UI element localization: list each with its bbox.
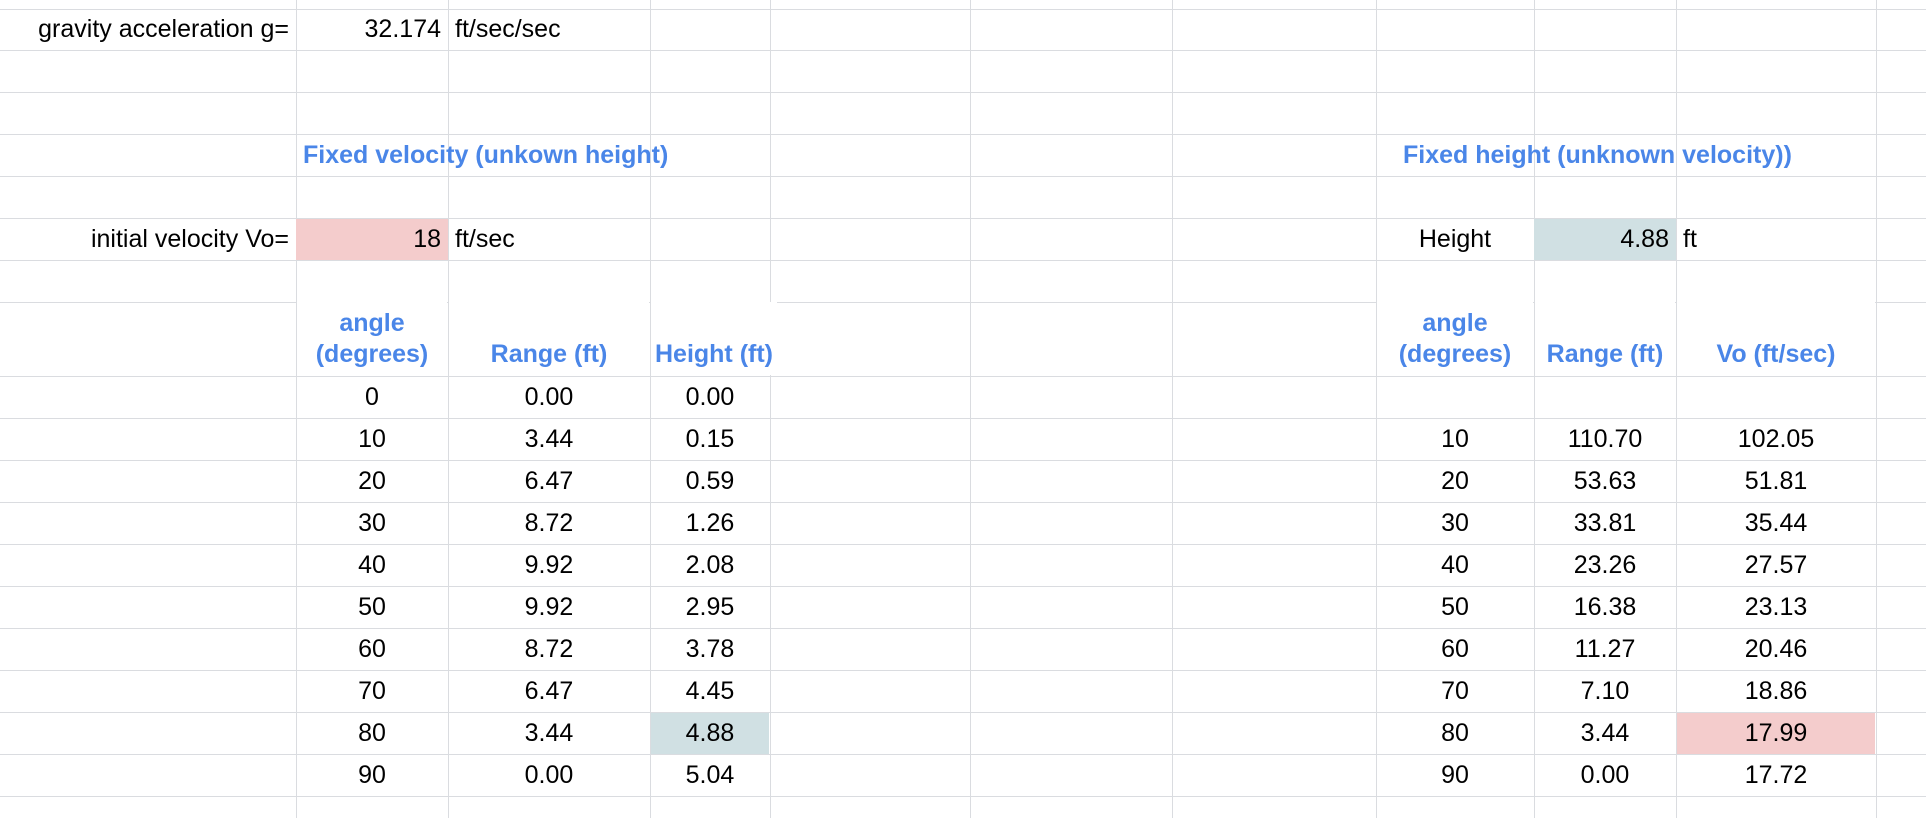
left-range-cell[interactable]: 0.00 [449,377,649,418]
row-gridline [0,50,1926,51]
initial-velocity-unit[interactable]: ft/sec [448,219,650,260]
right-vo-cell[interactable]: 51.81 [1677,461,1875,502]
right-header-range[interactable]: Range (ft) [1535,302,1675,375]
left-range-cell[interactable]: 6.47 [449,461,649,502]
left-header-angle[interactable]: angle (degrees) [297,302,447,375]
right-angle-cell[interactable]: 90 [1377,755,1533,796]
right-vo-cell[interactable] [1677,377,1875,418]
right-angle-cell[interactable]: 50 [1377,587,1533,628]
left-angle-cell[interactable]: 40 [297,545,447,586]
right-angle-cell[interactable]: 70 [1377,671,1533,712]
left-header-height-label: Height (ft) [654,340,774,368]
right-range-cell[interactable]: 110.70 [1535,419,1675,460]
left-angle-cell[interactable]: 0 [297,377,447,418]
right-angle-cell[interactable]: 20 [1377,461,1533,502]
column-gridline [770,0,771,818]
right-vo-cell[interactable]: 17.72 [1677,755,1875,796]
left-range-cell[interactable]: 3.44 [449,419,649,460]
right-range-cell[interactable]: 53.63 [1535,461,1675,502]
left-header-range-label: Range (ft) [490,340,608,368]
left-range-cell[interactable]: 9.92 [449,545,649,586]
right-header-angle[interactable]: angle (degrees) [1377,302,1533,375]
right-header-vo[interactable]: Vo (ft/sec) [1677,302,1875,375]
right-range-cell[interactable]: 33.81 [1535,503,1675,544]
left-range-cell[interactable]: 8.72 [449,629,649,670]
row-gridline [0,796,1926,797]
column-gridline [1876,0,1877,818]
right-angle-cell[interactable]: 40 [1377,545,1533,586]
right-vo-cell[interactable]: 102.05 [1677,419,1875,460]
column-gridline [1172,0,1173,818]
left-angle-cell[interactable]: 50 [297,587,447,628]
height-input[interactable]: 4.88 [1534,219,1676,260]
right-header-range-label: Range (ft) [1546,340,1664,368]
left-angle-cell[interactable]: 20 [297,461,447,502]
right-range-cell[interactable]: 0.00 [1535,755,1675,796]
right-vo-cell[interactable]: 23.13 [1677,587,1875,628]
left-height-cell[interactable]: 0.15 [651,419,769,460]
left-height-cell[interactable]: 0.00 [651,377,769,418]
left-height-cell[interactable]: 4.45 [651,671,769,712]
fixed-velocity-title[interactable]: Fixed velocity (unkown height) [296,135,768,176]
left-header-height[interactable]: Height (ft) [651,302,777,375]
left-angle-cell[interactable]: 30 [297,503,447,544]
left-height-cell[interactable]: 5.04 [651,755,769,796]
right-range-cell[interactable] [1535,377,1675,418]
initial-velocity-input[interactable]: 18 [296,219,448,260]
right-angle-cell[interactable]: 30 [1377,503,1533,544]
gravity-label[interactable]: gravity acceleration g= [0,9,296,50]
left-angle-cell[interactable]: 60 [297,629,447,670]
right-range-cell[interactable]: 16.38 [1535,587,1675,628]
right-vo-cell[interactable]: 18.86 [1677,671,1875,712]
right-range-cell[interactable]: 3.44 [1535,713,1675,754]
spreadsheet-grid[interactable]: gravity acceleration g= 32.174 ft/sec/se… [0,0,1926,818]
right-header-angle-line1: angle [1422,309,1488,337]
left-range-cell[interactable]: 3.44 [449,713,649,754]
height-label[interactable]: Height [1376,219,1534,260]
right-range-cell[interactable]: 23.26 [1535,545,1675,586]
left-header-angle-line1: angle [339,309,405,337]
left-height-cell[interactable]: 3.78 [651,629,769,670]
initial-velocity-label[interactable]: initial velocity Vo= [0,219,296,260]
right-header-vo-label: Vo (ft/sec) [1716,340,1836,368]
right-vo-cell[interactable]: 27.57 [1677,545,1875,586]
column-gridline [970,0,971,818]
right-range-cell[interactable]: 11.27 [1535,629,1675,670]
fixed-height-title[interactable]: Fixed height (unknown velocity)) [1396,135,1876,176]
row-gridline [0,176,1926,177]
left-height-cell[interactable]: 2.95 [651,587,769,628]
gravity-unit[interactable]: ft/sec/sec [448,9,650,50]
right-header-angle-line2: (degrees) [1398,340,1512,368]
gravity-value-cell[interactable]: 32.174 [296,9,448,50]
right-vo-cell[interactable]: 35.44 [1677,503,1875,544]
row-gridline [0,260,1926,261]
left-header-angle-line2: (degrees) [315,340,429,368]
left-range-cell[interactable]: 0.00 [449,755,649,796]
left-height-cell[interactable]: 1.26 [651,503,769,544]
left-height-cell[interactable]: 2.08 [651,545,769,586]
left-angle-cell[interactable]: 90 [297,755,447,796]
right-angle-cell[interactable]: 60 [1377,629,1533,670]
right-vo-cell[interactable]: 17.99 [1677,713,1875,754]
left-angle-cell[interactable]: 80 [297,713,447,754]
height-unit[interactable]: ft [1676,219,1876,260]
right-vo-cell[interactable]: 20.46 [1677,629,1875,670]
right-range-cell[interactable]: 7.10 [1535,671,1675,712]
right-angle-cell[interactable]: 10 [1377,419,1533,460]
left-range-cell[interactable]: 6.47 [449,671,649,712]
left-height-cell[interactable]: 0.59 [651,461,769,502]
left-header-range[interactable]: Range (ft) [449,302,649,375]
left-height-cell[interactable]: 4.88 [651,713,769,754]
left-angle-cell[interactable]: 10 [297,419,447,460]
left-range-cell[interactable]: 9.92 [449,587,649,628]
left-range-cell[interactable]: 8.72 [449,503,649,544]
row-gridline [0,92,1926,93]
left-angle-cell[interactable]: 70 [297,671,447,712]
right-angle-cell[interactable] [1377,377,1533,418]
right-angle-cell[interactable]: 80 [1377,713,1533,754]
